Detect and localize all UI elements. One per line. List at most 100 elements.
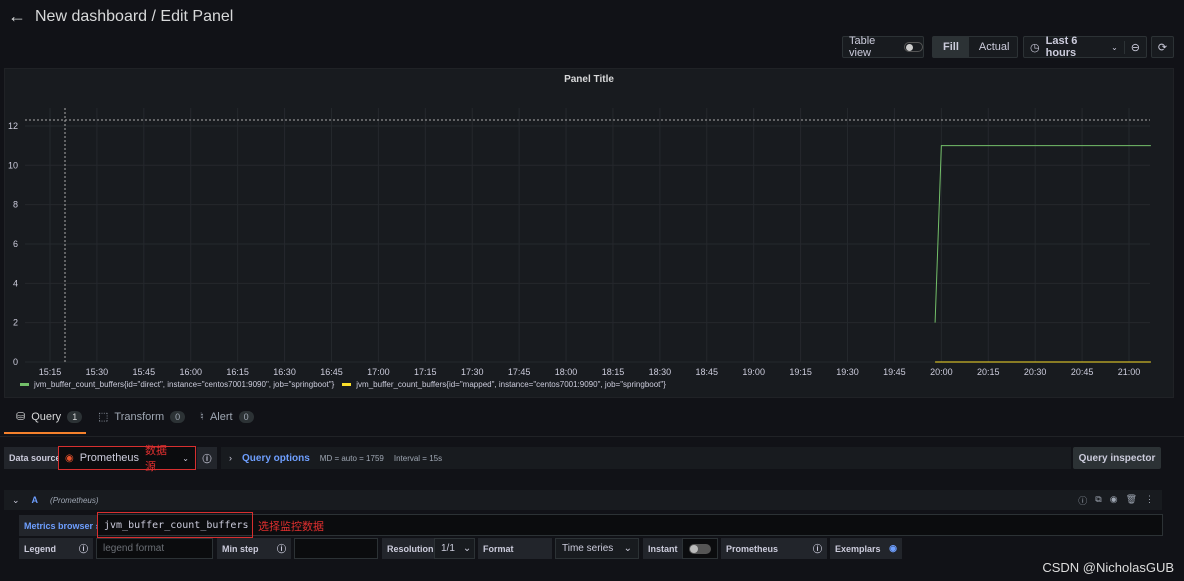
x-tick-label: 16:45: [320, 367, 343, 377]
min-step-label: Min step ⓘ: [217, 538, 291, 559]
tab-badge: 1: [67, 410, 83, 423]
resolution-select[interactable]: 1/1 ⌄: [434, 538, 475, 559]
query-expression-field[interactable]: [97, 514, 1163, 536]
max-data-points: MD = auto = 1759: [319, 453, 384, 463]
resolution-value: 1/1: [441, 543, 455, 554]
x-tick-label: 16:15: [226, 367, 249, 377]
tab-badge: 0: [238, 410, 254, 423]
query-ds-name: (Prometheus): [50, 495, 99, 505]
x-tick-label: 15:30: [86, 367, 109, 377]
x-tick-label: 19:00: [742, 367, 765, 377]
tab-badge: 0: [170, 410, 186, 423]
metrics-browser-button[interactable]: Metrics browser ›: [19, 515, 104, 536]
watermark: CSDN @NicholasGUB: [1042, 560, 1174, 575]
chevron-down-icon: ⌄: [182, 453, 189, 463]
format-value: Time series: [562, 543, 614, 554]
format-select[interactable]: Time series ⌄: [555, 538, 639, 559]
tab-alert[interactable]: ♮ Alert 0: [200, 410, 254, 423]
query-options-link[interactable]: Query options: [242, 453, 310, 464]
instant-toggle[interactable]: [682, 538, 718, 559]
data-source-label: Data source: [4, 447, 66, 469]
active-tab-indicator: [4, 432, 86, 434]
trash-icon[interactable]: 🗑: [1126, 494, 1137, 507]
x-tick-label: 19:15: [789, 367, 812, 377]
x-tick-label: 16:00: [179, 367, 202, 377]
x-tick-label: 16:30: [273, 367, 296, 377]
min-step-input[interactable]: [294, 538, 378, 559]
legend-item-direct[interactable]: jvm_buffer_count_buffers{id="direct", in…: [20, 380, 334, 389]
bell-icon: ♮: [200, 411, 204, 423]
exemplars-label[interactable]: Exemplars ◉: [830, 538, 902, 559]
chevron-right-icon: ›: [229, 453, 232, 463]
info-icon: ⓘ: [78, 544, 88, 554]
data-source-value: Prometheus: [79, 452, 140, 464]
x-tick-label: 18:30: [649, 367, 672, 377]
duplicate-icon[interactable]: ⧉: [1095, 494, 1101, 507]
x-tick-label: 15:45: [133, 367, 156, 377]
x-tick-label: 17:30: [461, 367, 484, 377]
x-tick-label: 15:15: [39, 367, 62, 377]
legend: jvm_buffer_count_buffers{id="direct", in…: [20, 380, 666, 389]
chevron-down-icon: ⌄: [623, 543, 632, 554]
data-source-picker[interactable]: ◉ Prometheus 数据源 ⌄: [58, 445, 196, 473]
help-icon[interactable]: ⓘ: [1078, 494, 1087, 507]
x-tick-label: 17:45: [508, 367, 531, 377]
y-tick-label: 4: [13, 278, 18, 288]
query-editor: Data source ◉ Prometheus 数据源 ⌄ ⓘ › Query…: [0, 436, 1184, 581]
collapse-icon[interactable]: ⌄: [12, 495, 20, 506]
chevron-down-icon: ⌄: [462, 543, 472, 554]
y-tick-label: 6: [13, 239, 18, 249]
legend-label: jvm_buffer_count_buffers{id="mapped", in…: [356, 380, 666, 389]
legend-label: jvm_buffer_count_buffers{id="direct", in…: [34, 380, 335, 389]
drag-handle-icon[interactable]: ⋮: [1145, 494, 1154, 507]
eye-icon[interactable]: ◉: [889, 543, 897, 554]
annotation-metric: 选择监控数据: [258, 521, 324, 533]
y-tick-label: 8: [13, 200, 18, 210]
transform-icon: ⬚: [98, 411, 109, 423]
x-tick-label: 18:45: [696, 367, 719, 377]
query-ref-id[interactable]: A: [32, 495, 39, 505]
legend-label: Legend ⓘ: [19, 538, 93, 559]
tab-label: Query: [31, 410, 62, 423]
query-row-header[interactable]: ⌄ A (Prometheus) ⓘ ⧉ ◉ 🗑 ⋮: [4, 490, 1162, 510]
query-inspector-button[interactable]: Query inspector: [1073, 447, 1161, 469]
tab-query[interactable]: ⛁ Query 1: [16, 410, 83, 423]
x-tick-label: 21:00: [1118, 367, 1141, 377]
instant-label: Instant: [643, 538, 683, 559]
time-series-chart: 0 2 4 6 8 10 12 15:15 15:30 15:45 16:00 16:15 16:30 1…: [8, 108, 1151, 377]
tab-label: Transform: [114, 410, 165, 423]
interval: Interval = 15s: [393, 453, 443, 463]
editor-tabs: ⛁ Query 1 ⬚ Transform 0 ♮ Alert 0: [0, 410, 1184, 436]
x-tick-label: 19:30: [836, 367, 859, 377]
prometheus-icon: ◉: [65, 452, 74, 464]
y-tick-label: 0: [13, 357, 18, 367]
x-tick-label: 18:15: [602, 367, 625, 377]
prometheus-type-label: Prometheus ⓘ: [721, 538, 827, 559]
format-label: Format: [478, 538, 552, 559]
info-icon: ⓘ: [276, 544, 286, 554]
y-tick-label: 12: [8, 121, 18, 131]
x-tick-label: 17:00: [367, 367, 390, 377]
x-tick-label: 20:15: [977, 367, 1000, 377]
y-tick-label: 2: [13, 318, 18, 328]
series-line-0: [934, 145, 1151, 323]
x-tick-label: 20:45: [1071, 367, 1094, 377]
legend-item-mapped[interactable]: jvm_buffer_count_buffers{id="mapped", in…: [342, 380, 666, 389]
tab-transform[interactable]: ⬚ Transform 0: [98, 410, 186, 423]
info-icon: ⓘ: [812, 544, 822, 554]
x-tick-label: 18:00: [555, 367, 578, 377]
query-expression-value[interactable]: jvm_buffer_count_buffers: [97, 512, 253, 538]
x-tick-label: 20:00: [930, 367, 953, 377]
tab-label: Alert: [209, 410, 233, 423]
resolution-label: Resolution: [382, 538, 439, 559]
eye-icon[interactable]: ◉: [1110, 494, 1118, 507]
database-icon: ⛁: [16, 411, 26, 423]
x-tick-label: 20:30: [1024, 367, 1047, 377]
query-options-bar[interactable]: › Query options MD = auto = 1759 Interva…: [221, 447, 1071, 469]
y-tick-label: 10: [8, 160, 18, 170]
x-tick-label: 17:15: [414, 367, 437, 377]
legend-format-input[interactable]: legend format: [96, 538, 213, 559]
x-tick-label: 19:45: [883, 367, 906, 377]
annotation-data-source: 数据源: [145, 445, 168, 473]
help-icon[interactable]: ⓘ: [197, 447, 217, 469]
